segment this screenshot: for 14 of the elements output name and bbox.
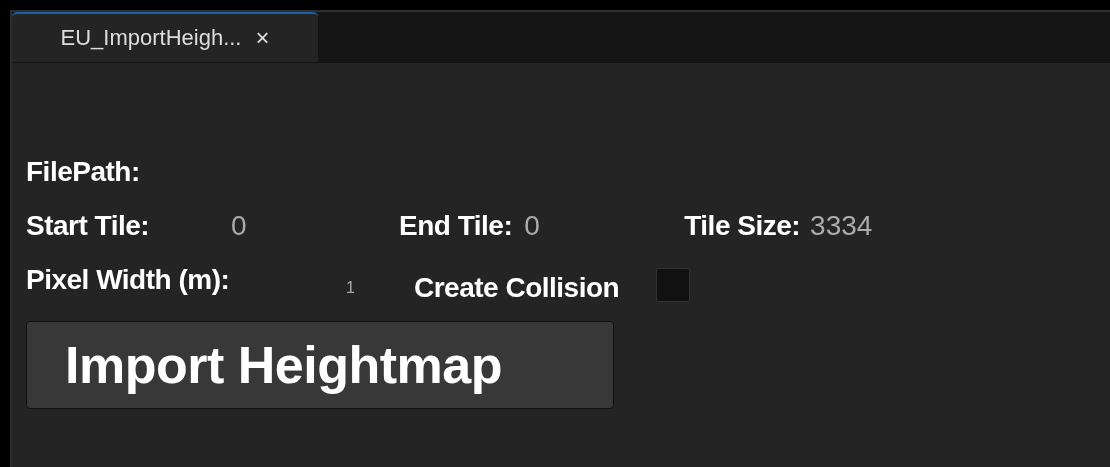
field-value[interactable]: 0 <box>524 210 685 242</box>
import-button[interactable]: Import Heightmap <box>26 321 614 409</box>
checkbox[interactable] <box>656 268 691 302</box>
field-label: Start Tile: <box>26 210 151 242</box>
field-value[interactable]: 3334 <box>810 210 873 242</box>
field-value[interactable]: 1 <box>346 279 414 297</box>
field-label: End Tile: <box>399 210 513 242</box>
field-label: Tile Size: <box>684 210 801 242</box>
checkbox-label: Create Collision <box>414 272 620 304</box>
field-label: FilePath: <box>26 156 140 188</box>
field-value[interactable]: 0 <box>231 210 399 242</box>
document-tab[interactable]: EU_ImportHeigh... × <box>12 12 318 62</box>
field-label: Pixel Width (m): <box>26 264 231 296</box>
close-icon[interactable]: × <box>255 24 270 52</box>
